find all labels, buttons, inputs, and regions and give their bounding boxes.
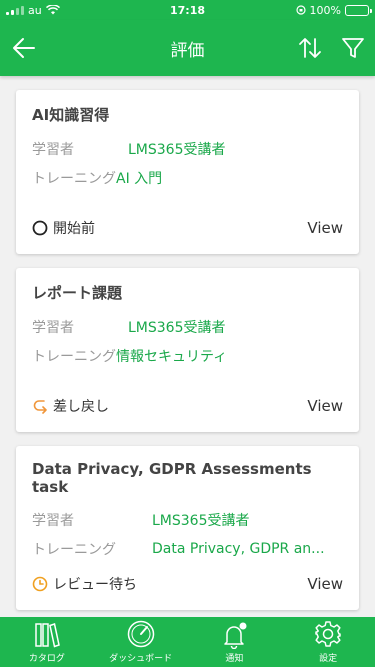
nav-notifications[interactable]: 通知 — [188, 617, 282, 667]
training-value: 情報セキュリティ — [116, 349, 228, 365]
nav-label: 設定 — [319, 654, 338, 664]
status-text: 差し戻し — [53, 399, 109, 415]
status-text: レビュー待ち — [53, 577, 137, 593]
clock-icon — [32, 576, 48, 592]
training-label: トレーニング — [32, 349, 116, 365]
view-link[interactable]: View — [307, 397, 343, 415]
training-row: トレーニング AI 入門 — [32, 168, 343, 188]
bottom-nav: カタログ ダッシュボード 通知 設定 — [0, 617, 375, 667]
filter-icon[interactable] — [340, 35, 366, 61]
learner-row: 学習者 LMS365受講者 — [32, 510, 343, 530]
nav-catalog[interactable]: カタログ — [0, 617, 94, 667]
sort-icon[interactable] — [296, 34, 324, 62]
learner-label: 学習者 — [32, 320, 74, 336]
status-right: 100% — [295, 3, 372, 17]
orientation-lock-icon — [295, 5, 306, 15]
carrier-label: au — [28, 3, 42, 17]
evaluation-list: AI知識習得 学習者 LMS365受講者 トレーニング AI 入門 開始前 Vi… — [0, 76, 375, 617]
back-arrow-icon[interactable] — [10, 34, 38, 62]
status-badge: レビュー待ち — [32, 574, 137, 594]
nav-label: カタログ — [28, 654, 65, 664]
training-value: Data Privacy, GDPR an... — [152, 541, 325, 557]
status-bar: au 17:18 100% — [0, 0, 375, 20]
status-badge: 開始前 — [32, 218, 95, 238]
training-value: AI 入門 — [116, 171, 163, 187]
evaluation-card[interactable]: Data Privacy, GDPR Assessments task 学習者 … — [16, 446, 359, 610]
card-footer: レビュー待ち View — [32, 574, 343, 594]
learner-row: 学習者 LMS365受講者 — [32, 317, 343, 337]
nav-label: ダッシュボード — [109, 654, 173, 664]
training-row: トレーニング 情報セキュリティ — [32, 346, 343, 366]
gear-icon — [315, 621, 341, 647]
learner-label: 学習者 — [32, 513, 74, 529]
wifi-icon — [45, 5, 60, 15]
evaluation-card[interactable]: AI知識習得 学習者 LMS365受講者 トレーニング AI 入門 開始前 Vi… — [16, 90, 359, 254]
view-link[interactable]: View — [307, 575, 343, 593]
card-title: AI知識習得 — [32, 106, 110, 124]
card-footer: 差し戻し View — [32, 396, 343, 416]
learner-value: LMS365受講者 — [128, 142, 226, 158]
battery-percent: 100% — [309, 3, 341, 17]
nav-label: 通知 — [225, 654, 244, 664]
nav-dashboard[interactable]: ダッシュボード — [94, 617, 188, 667]
status-text: 開始前 — [53, 221, 95, 237]
return-arrow-icon — [33, 400, 47, 414]
status-badge: 差し戻し — [32, 396, 109, 416]
card-footer: 開始前 View — [32, 218, 343, 238]
signal-icon — [6, 5, 24, 15]
nav-settings[interactable]: 設定 — [281, 617, 375, 667]
gauge-icon — [127, 620, 154, 648]
status-left: au — [6, 4, 60, 17]
page-title: 評価 — [170, 40, 205, 61]
learner-label: 学習者 — [32, 142, 74, 158]
bell-icon — [224, 622, 247, 649]
training-label: トレーニング — [32, 171, 116, 187]
learner-row: 学習者 LMS365受講者 — [32, 139, 343, 159]
card-title: Data Privacy, GDPR Assessments task — [32, 460, 312, 496]
app-bar: 評価 — [0, 20, 375, 76]
learner-value: LMS365受講者 — [152, 513, 250, 529]
circle-icon — [32, 220, 48, 236]
card-title: レポート課題 — [32, 284, 123, 302]
training-label: トレーニング — [32, 542, 116, 558]
books-icon — [35, 623, 60, 648]
training-row: トレーニング Data Privacy, GDPR an... — [32, 539, 343, 559]
battery-icon — [345, 4, 372, 16]
learner-value: LMS365受講者 — [128, 320, 226, 336]
evaluation-card[interactable]: レポート課題 学習者 LMS365受講者 トレーニング 情報セキュリティ 差し戻… — [16, 268, 359, 432]
view-link[interactable]: View — [307, 219, 343, 237]
